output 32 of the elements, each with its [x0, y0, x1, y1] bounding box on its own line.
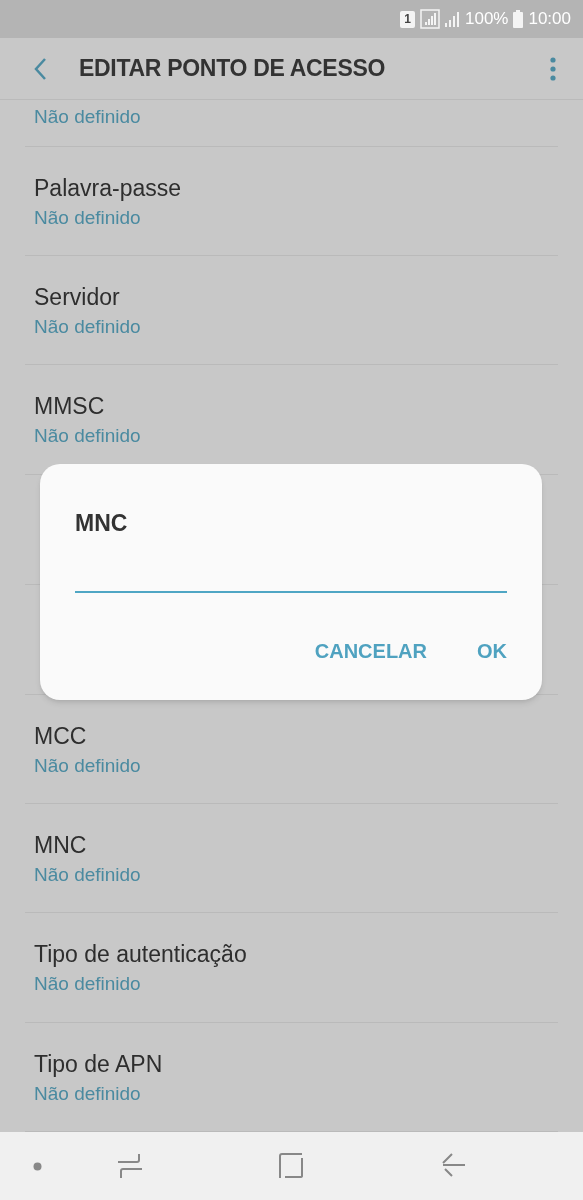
sim-slot-icon: 1 — [399, 10, 415, 28]
setting-value: Não definido — [34, 863, 141, 887]
setting-value: Não definido — [34, 205, 141, 230]
setting-value: Não definido — [34, 315, 141, 339]
setting-title[interactable]: Palavra-passe — [34, 173, 182, 202]
setting-value: Não definido — [34, 1081, 141, 1106]
clock: 10:00 — [528, 8, 571, 31]
setting-title[interactable]: MNC — [34, 831, 87, 859]
setting-title[interactable]: Servidor — [34, 283, 120, 311]
recent-apps-icon — [118, 1153, 142, 1179]
back-icon — [33, 56, 47, 81]
setting-value: Não definido — [34, 753, 141, 778]
screen-title: EDITAR PONTO DE ACESSO — [79, 54, 386, 84]
more-options-icon — [550, 56, 556, 81]
setting-value: Não definido — [34, 424, 141, 449]
dialog-title: MNC — [75, 509, 128, 538]
setting-title[interactable]: MMSC — [34, 392, 105, 421]
setting-title[interactable]: Tipo de APN — [34, 1049, 163, 1078]
signal-icon — [419, 9, 440, 29]
home-button[interactable] — [279, 1153, 303, 1179]
dot-icon — [33, 1161, 42, 1171]
setting-value: Não definido — [34, 105, 141, 129]
back-nav-button[interactable] — [441, 1153, 465, 1179]
setting-title[interactable]: MCC — [34, 721, 87, 750]
setting-value: Não definido — [34, 972, 141, 997]
signal-icon — [444, 11, 460, 27]
home-icon — [279, 1153, 303, 1179]
battery-percentage: 100% — [464, 8, 509, 31]
recent-apps-button[interactable] — [118, 1152, 142, 1180]
setting-title[interactable]: Tipo de autenticação — [34, 940, 247, 969]
battery-icon — [513, 10, 524, 28]
back-arrow-icon — [441, 1153, 465, 1179]
